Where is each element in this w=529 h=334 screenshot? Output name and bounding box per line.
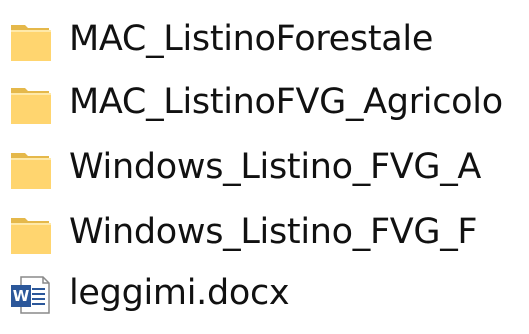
folder-icon [9,82,53,126]
file-name: Windows_Listino_FVG_A [69,147,482,187]
file-item-windows-listino-fvg-a[interactable]: Windows_Listino_FVG_A [0,139,529,199]
folder-icon [9,19,53,63]
folder-icon [9,147,53,191]
file-name: Windows_Listino_FVG_F [69,212,478,252]
file-item-leggimi-docx[interactable]: W leggimi.docx [0,265,529,325]
file-item-windows-listino-fvg-f[interactable]: Windows_Listino_FVG_F [0,204,529,264]
word-badge-letter: W [13,287,30,305]
folder-icon [9,212,53,256]
file-list: MAC_ListinoForestale MAC_ListinoFVG_Agri… [0,0,529,334]
file-item-mac-listinoforestale[interactable]: MAC_ListinoForestale [0,11,529,71]
file-name: MAC_ListinoFVG_Agricolo [69,82,503,122]
file-name: leggimi.docx [69,273,290,313]
file-item-mac-listinofvg-agricolo[interactable]: MAC_ListinoFVG_Agricolo [0,74,529,134]
word-document-icon: W [9,273,53,317]
file-name: MAC_ListinoForestale [69,19,434,59]
